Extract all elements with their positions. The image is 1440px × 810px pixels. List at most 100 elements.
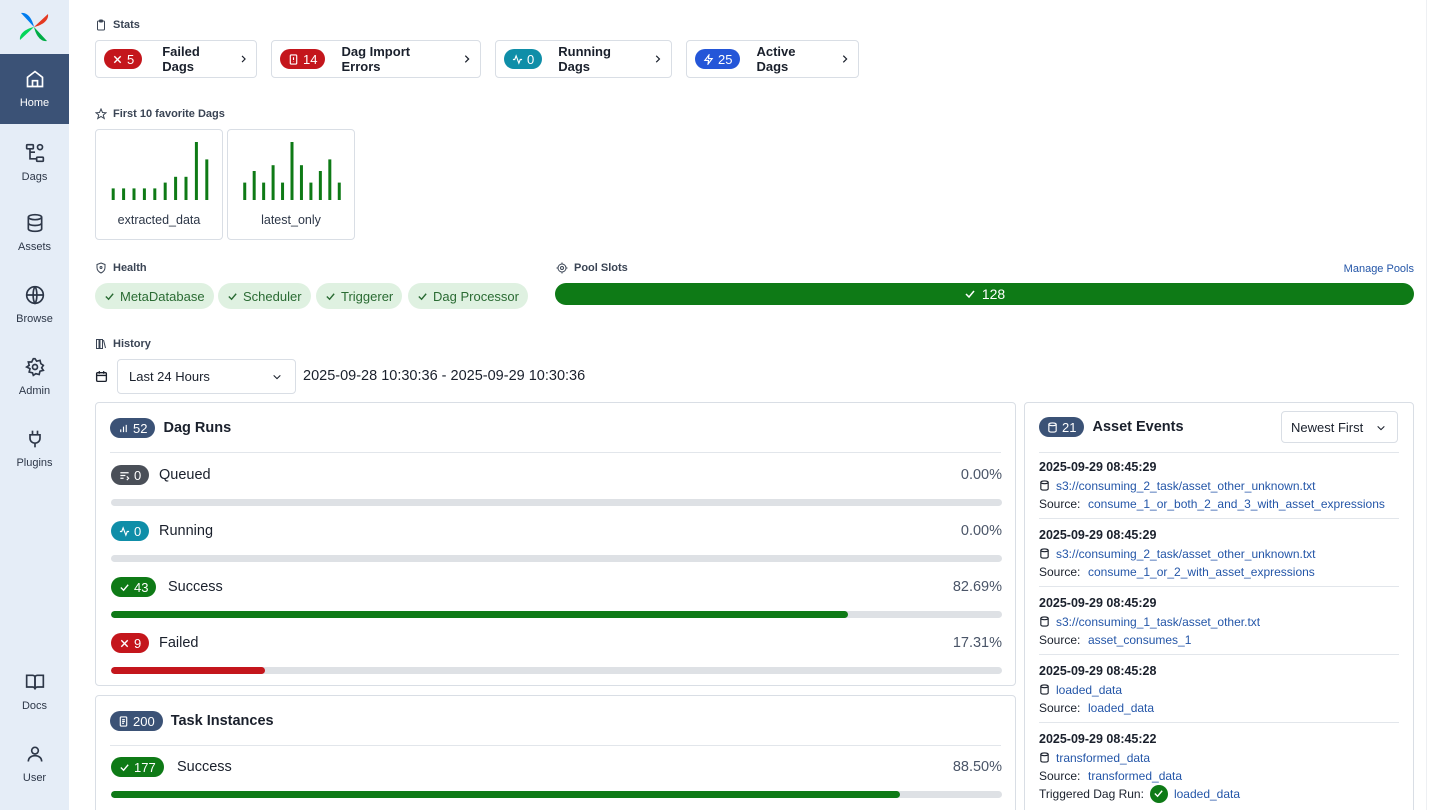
source-label: Source: (1039, 700, 1081, 715)
state-name: Failed (159, 635, 199, 651)
divider (1039, 518, 1399, 519)
home-icon (26, 70, 43, 88)
source-link[interactable]: asset_consumes_1 (1088, 633, 1191, 647)
pool-slots-bar[interactable]: 128 (555, 283, 1414, 305)
database-icon (1040, 616, 1049, 627)
source-link[interactable]: consume_1_or_both_2_and_3_with_asset_exp… (1088, 497, 1385, 511)
chevron-down-icon (1377, 425, 1385, 431)
state-count: 43 (111, 577, 157, 597)
dag-run-bar[interactable] (328, 159, 332, 200)
source-link[interactable]: loaded_data (1088, 701, 1154, 715)
health-metadatabase: MetaDatabase (95, 283, 214, 309)
dag-run-bar[interactable] (205, 159, 209, 200)
failed-dags-card[interactable]: 5 Failed Dags (95, 40, 257, 78)
nav-docs[interactable]: Docs (0, 657, 69, 727)
check-icon (120, 763, 129, 771)
favorite-dag-name: extracted_data (117, 213, 201, 227)
check-icon (1154, 790, 1164, 798)
divider (110, 745, 1001, 746)
failed-dags-count: 5 (104, 49, 143, 69)
count-value: 0 (134, 523, 142, 539)
dag-run-bar[interactable] (184, 176, 188, 200)
triggered-dag-run-link[interactable]: loaded_data (1174, 787, 1240, 801)
nav-plugins[interactable]: Plugins (0, 414, 69, 484)
active-dags-card[interactable]: 25 Active Dags (686, 40, 859, 78)
running-dags-card[interactable]: 0 Running Dags (495, 40, 672, 78)
import-errors-count: 14 (280, 49, 326, 69)
airflow-logo[interactable] (17, 10, 51, 44)
asset-event: 2025-09-29 08:45:22 transformed_data Sou… (1039, 732, 1399, 804)
nav-browse[interactable]: Browse (0, 270, 69, 340)
nav-dags[interactable]: Dags (0, 128, 69, 198)
dag-run-bar[interactable] (243, 182, 247, 200)
dag-run-bar[interactable] (153, 188, 157, 200)
asset-link[interactable]: transformed_data (1056, 751, 1150, 765)
source-link[interactable]: transformed_data (1088, 769, 1182, 783)
dag-runs-failed-row[interactable]: 9 Failed 17.31% (111, 633, 1002, 683)
dag-run-bar[interactable] (132, 188, 136, 200)
recent-runs-chart (243, 142, 341, 200)
count-value: 0 (527, 51, 535, 67)
sort-order-select[interactable]: Newest First (1281, 411, 1398, 443)
dag-run-bar[interactable] (252, 171, 256, 200)
page-scrollbar[interactable] (1426, 0, 1440, 810)
nav-home[interactable]: Home (0, 54, 69, 124)
running-dags-count: 0 (504, 49, 543, 69)
manage-pools-link[interactable]: Manage Pools (1344, 263, 1414, 275)
dag-runs-title-label: Dag Runs (163, 420, 232, 436)
state-percent: 0.00% (960, 467, 1002, 483)
dag-runs-success-row[interactable]: 43 Success 82.69% (111, 577, 1002, 627)
progress-fill (111, 611, 848, 618)
database-icon (27, 213, 42, 233)
book-icon (25, 674, 44, 690)
time-range-select[interactable]: Last 24 Hours (117, 359, 296, 394)
x-icon (113, 55, 122, 63)
check-icon (326, 292, 335, 300)
dag-run-bar[interactable] (111, 188, 115, 200)
event-timestamp: 2025-09-29 08:45:28 (1039, 664, 1157, 678)
globe-icon (25, 285, 44, 305)
dag-run-bar[interactable] (194, 142, 198, 200)
asset-link[interactable]: s3://consuming_1_task/asset_other.txt (1056, 615, 1260, 629)
favorite-dag-card[interactable]: latest_only (227, 129, 355, 240)
dag-run-bar[interactable] (262, 182, 266, 200)
divider (1039, 586, 1399, 587)
import-errors-card[interactable]: 14 Dag Import Errors (271, 40, 481, 78)
dag-runs-running-row[interactable]: 0 Running 0.00% (111, 521, 1002, 571)
count-value: 200 (133, 713, 155, 729)
favorite-dag-card[interactable]: extracted_data (95, 129, 223, 240)
dag-run-bar[interactable] (174, 176, 178, 200)
asset-events-title: 21 Asset Events (1039, 417, 1184, 437)
dag-run-bar[interactable] (299, 165, 303, 200)
source-link[interactable]: consume_1_or_2_with_asset_expressions (1088, 565, 1315, 579)
divider (110, 452, 1001, 453)
dag-run-bar[interactable] (309, 182, 313, 200)
asset-events-count: 21 (1039, 417, 1085, 437)
check-icon (120, 583, 129, 591)
asset-link[interactable]: s3://consuming_2_task/asset_other_unknow… (1056, 479, 1316, 493)
asset-link[interactable]: s3://consuming_2_task/asset_other_unknow… (1056, 547, 1316, 561)
event-timestamp: 2025-09-29 08:45:29 (1039, 460, 1157, 474)
asset-link[interactable]: loaded_data (1056, 683, 1122, 697)
dag-run-bar[interactable] (142, 188, 146, 200)
dag-run-bar[interactable] (318, 171, 322, 200)
task-instances-success-row[interactable]: 177 Success 88.50% (111, 757, 1002, 807)
task-instances-panel: 200 Task Instances 177 Success 88.50% (95, 695, 1016, 810)
dag-runs-queued-row[interactable]: 0 Queued 0.00% (111, 465, 1002, 515)
dag-run-bar[interactable] (290, 142, 294, 200)
dag-run-bar[interactable] (337, 182, 341, 200)
nav-label: Plugins (16, 457, 53, 469)
health-label: Scheduler (243, 288, 302, 304)
dag-run-bar[interactable] (281, 182, 285, 200)
dag-run-bar[interactable] (122, 188, 126, 200)
running-dags-label: Running Dags (558, 44, 611, 74)
nav-user[interactable]: User (0, 729, 69, 799)
favorites-heading-label: First 10 favorite Dags (113, 108, 225, 120)
activity-icon (119, 525, 130, 537)
dag-run-bar[interactable] (271, 165, 275, 200)
count-value: 21 (1062, 419, 1077, 435)
health-heading-label: Health (113, 262, 147, 274)
dag-run-bar[interactable] (163, 182, 167, 200)
nav-admin[interactable]: Admin (0, 342, 69, 412)
nav-assets[interactable]: Assets (0, 198, 69, 268)
